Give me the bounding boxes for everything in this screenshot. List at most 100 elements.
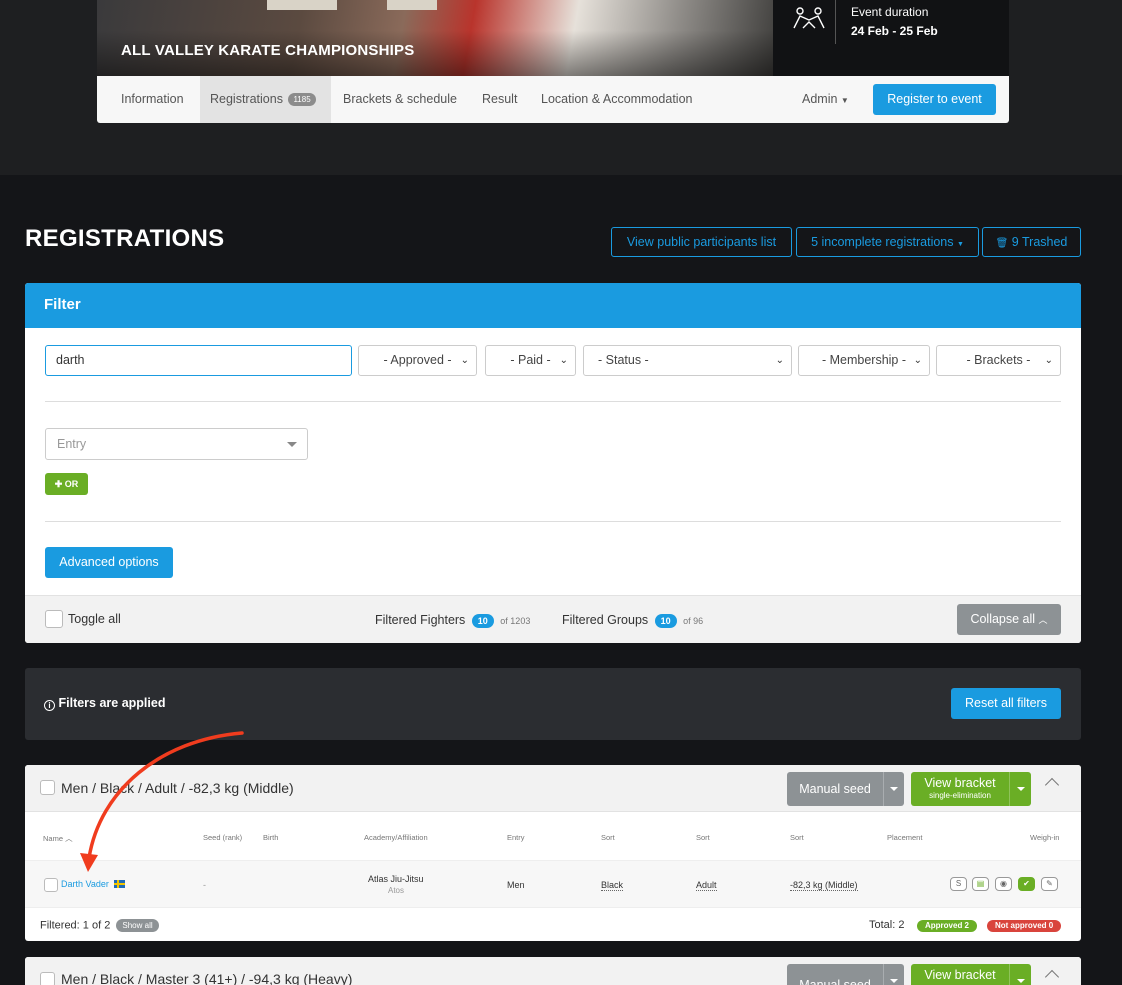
tab-result[interactable]: Result [482, 76, 517, 123]
add-or-button[interactable]: ✚ OR [45, 473, 88, 495]
paid-select-value: - Paid - [510, 353, 551, 367]
divider [45, 521, 1061, 522]
entry-placeholder: Entry [57, 437, 87, 451]
status-select-value: - Status - [598, 353, 649, 367]
view-bracket-button[interactable]: View bracket single-elimination [911, 772, 1031, 806]
caret-down-icon[interactable] [890, 787, 898, 791]
filter-heading: Filter [25, 283, 1081, 328]
academy-value: Atlas Jiu-Jitsu [368, 874, 424, 884]
group-footer: Filtered: 1 of 2 Show all Total: 2 Appro… [25, 908, 1081, 941]
groups-count-badge: 10 [654, 613, 677, 628]
caret-down-icon[interactable] [890, 979, 898, 983]
filter-footer: Toggle all Filtered Fighters 10 of 1203 … [25, 595, 1081, 643]
filters-applied: i Filters are applied [44, 696, 165, 711]
manual-seed-button[interactable]: Manual seed [787, 964, 904, 985]
collapse-all-button[interactable]: Collapse all ︿ [957, 604, 1061, 635]
admin-dropdown[interactable]: Admin ▼ [802, 76, 849, 124]
column-header-sort: Sort [790, 833, 804, 842]
entry-value: Men [507, 880, 525, 890]
membership-select[interactable]: - Membership - ⌄ [798, 345, 930, 376]
view-bracket-button[interactable]: View bracket [911, 964, 1031, 985]
weight-value[interactable]: -82,3 kg (Middle) [790, 880, 858, 891]
chevron-down-icon: ⌄ [913, 355, 922, 366]
approved-select-value: - Approved - [383, 353, 452, 367]
column-header-birth: Birth [263, 833, 279, 842]
filtered-groups: Filtered Groups 10 of 96 [562, 613, 703, 628]
affiliation-value: Atos [388, 886, 405, 895]
view-bracket-label: View bracket [924, 968, 996, 982]
filtered-fighters: Filtered Fighters 10 of 1203 [375, 613, 530, 628]
event-title: ALL VALLEY KARATE CHAMPIONSHIPS [121, 42, 415, 59]
chevron-down-icon: ⌄ [559, 355, 568, 366]
entry-select[interactable]: Entry [45, 428, 308, 460]
group-total: Total: 2 [869, 919, 905, 931]
register-button[interactable]: Register to event [873, 84, 996, 115]
event-banner: ALL VALLEY KARATE CHAMPIONSHIPS [97, 0, 773, 76]
filtered-count-text: Filtered: 1 of 2 [40, 919, 111, 932]
table-row: Darth Vader - Atlas Jiu-Jitsu Atos Men B… [25, 860, 1081, 908]
tab-information[interactable]: Information [121, 76, 184, 123]
wrestlers-icon [793, 7, 825, 29]
bracket-type-label: single-elimination [929, 791, 991, 800]
column-header-sort: Sort [696, 833, 710, 842]
group-header: Men / Black / Master 3 (41+) / -94,3 kg … [25, 957, 1081, 985]
filters-applied-text: Filters are applied [58, 696, 166, 710]
caret-down-icon: ▼ [956, 241, 964, 248]
seed-value: - [203, 880, 206, 890]
row-checkbox[interactable] [44, 878, 58, 892]
tab-registrations-label: Registrations [210, 92, 283, 106]
tab-registrations[interactable]: Registrations 1185 [200, 76, 331, 123]
advanced-options-button[interactable]: Advanced options [45, 547, 173, 578]
sort-up-icon: ︿ [65, 834, 73, 843]
tab-location[interactable]: Location & Accommodation [541, 76, 692, 123]
sweden-flag-icon [114, 880, 126, 888]
fighters-total: of 1203 [500, 616, 531, 626]
manual-seed-label: Manual seed [799, 978, 871, 985]
trash-icon: 🗑 [995, 238, 1009, 249]
fighter-name[interactable]: Darth Vader [61, 879, 126, 889]
incomplete-registrations-button[interactable]: 5 incomplete registrations ▼ [796, 227, 979, 257]
column-header-weigh-in: Weigh-in [1030, 833, 1060, 842]
group-checkbox[interactable] [40, 972, 55, 985]
scale-icon[interactable]: ▤ [972, 877, 989, 891]
search-input[interactable]: darth [45, 345, 352, 376]
belt-value[interactable]: Black [601, 880, 624, 891]
tab-brackets[interactable]: Brackets & schedule [343, 76, 457, 123]
group-header: Men / Black / Adult / -82,3 kg (Middle) … [25, 765, 1081, 812]
reset-filters-button[interactable]: Reset all filters [951, 688, 1061, 719]
not-approved-badge: Not approved 0 [987, 920, 1062, 932]
caret-down-icon[interactable] [1017, 787, 1025, 791]
show-all-button[interactable]: Show all [116, 919, 159, 932]
plus-icon: ✚ [54, 479, 63, 489]
chevron-down-icon: ⌄ [460, 355, 469, 366]
public-list-button[interactable]: View public participants list [611, 227, 792, 257]
group-checkbox[interactable] [40, 780, 55, 795]
caret-down-icon[interactable] [1017, 979, 1025, 983]
event-duration-label: Event duration [851, 5, 929, 19]
chevron-up-icon[interactable] [1044, 969, 1060, 985]
event-duration-box: Event duration 24 Feb - 25 Feb [773, 0, 1009, 76]
manual-seed-button[interactable]: Manual seed [787, 772, 904, 806]
filtered-count: Filtered: 1 of 2 Show all [40, 919, 159, 932]
chevron-up-icon: ︿ [1038, 615, 1048, 625]
column-header-academy: Academy/Affiliation [364, 833, 428, 842]
info-icon: i [44, 700, 55, 711]
column-header-name[interactable]: Name ︿ [43, 833, 73, 844]
trashed-button[interactable]: 🗑 9 Trashed [982, 227, 1081, 257]
chevron-up-icon[interactable] [1044, 777, 1060, 793]
status-select[interactable]: - Status - ⌄ [583, 345, 792, 376]
age-value[interactable]: Adult [696, 880, 717, 891]
incomplete-label: 5 incomplete registrations [811, 235, 954, 249]
fighter-name-link[interactable]: Darth Vader [61, 879, 109, 889]
column-header-entry: Entry [507, 833, 525, 842]
fighters-count-badge: 10 [471, 613, 494, 628]
toggle-all-checkbox[interactable] [45, 610, 63, 628]
edit-icon[interactable]: ✎ [1041, 877, 1058, 891]
approved-select[interactable]: - Approved - ⌄ [358, 345, 477, 376]
camera-icon[interactable]: ◉ [995, 877, 1012, 891]
brackets-select[interactable]: - Brackets - ⌄ [936, 345, 1061, 376]
check-icon[interactable]: ✔ [1018, 877, 1035, 891]
paid-select[interactable]: - Paid - ⌄ [485, 345, 576, 376]
weigh-in-s-button[interactable]: S [950, 877, 967, 891]
group-title: Men / Black / Adult / -82,3 kg (Middle) [61, 780, 294, 796]
